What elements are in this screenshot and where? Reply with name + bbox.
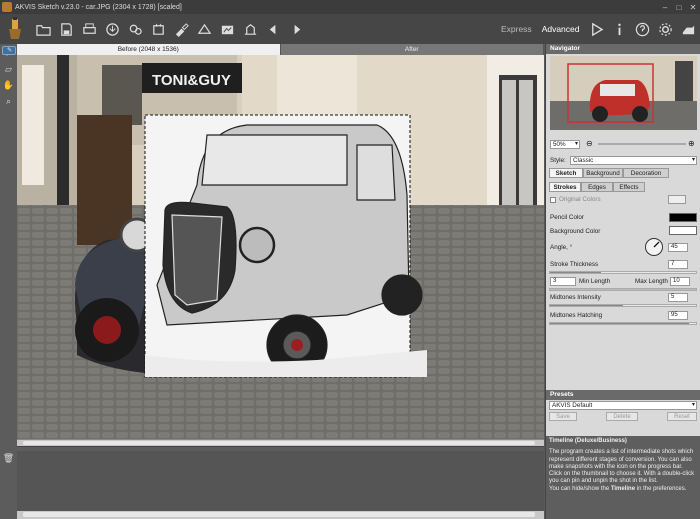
zoom-slider[interactable] xyxy=(598,143,686,145)
hand-tool-icon[interactable]: ✋ xyxy=(2,78,16,92)
settings-icon[interactable] xyxy=(657,20,675,38)
midtones-hatching-value[interactable]: 95 xyxy=(668,311,688,320)
brush-icon[interactable] xyxy=(173,20,191,38)
window-title: AKVIS Sketch v.23.0 - car.JPG (2304 x 17… xyxy=(15,3,182,11)
run-icon[interactable] xyxy=(588,20,606,38)
presets-select[interactable]: AKVIS Default ▾ xyxy=(549,401,697,410)
min-length-label: Min Length xyxy=(579,278,611,285)
length-range-slider[interactable] xyxy=(549,288,697,291)
timeline-scroll-thumb[interactable] xyxy=(23,512,535,517)
timeline-info-text-1: The program creates a list of intermedia… xyxy=(549,449,694,470)
zoom-out-icon[interactable]: ⊖ xyxy=(586,139,593,148)
share-icon[interactable] xyxy=(104,20,122,38)
navigator-preview[interactable] xyxy=(550,56,697,130)
original-colors-value xyxy=(668,195,686,204)
title-bar: AKVIS Sketch v.23.0 - car.JPG (2304 x 17… xyxy=(0,0,700,14)
pencil-color-swatch[interactable] xyxy=(669,213,697,222)
stroke-direction-tool-icon[interactable]: ✎ xyxy=(1,46,16,55)
tab-edges[interactable]: Edges xyxy=(581,182,613,192)
style-select[interactable]: Classic ▾ xyxy=(570,156,697,165)
canvas-icon[interactable] xyxy=(196,20,214,38)
timeline-info: Timeline (Deluxe/Business) The program c… xyxy=(546,436,700,519)
zoom-tool-icon[interactable]: ⌕ xyxy=(2,94,16,108)
tab-background[interactable]: Background xyxy=(583,168,623,178)
midtones-intensity-value[interactable]: 5 xyxy=(668,293,688,302)
plugins-icon[interactable] xyxy=(150,20,168,38)
tab-sketch[interactable]: Sketch xyxy=(549,168,583,178)
timeline-info-text-3: You can hide/show the Timeline in the pr… xyxy=(549,485,687,492)
midtones-hatching-label: Midtones Hatching xyxy=(550,312,603,319)
midtones-intensity-slider[interactable] xyxy=(549,304,697,307)
navigator-title: Navigator xyxy=(546,44,700,54)
angle-label: Angle, ° xyxy=(550,244,573,251)
image-canvas[interactable]: TONI&GUY xyxy=(17,55,544,439)
zoom-in-icon[interactable]: ⊕ xyxy=(688,139,695,148)
timeline-panel xyxy=(17,446,544,519)
tab-after[interactable]: After xyxy=(280,44,544,55)
express-mode-button[interactable]: Express xyxy=(501,24,532,34)
max-length-label: Max Length xyxy=(635,278,668,285)
tab-decoration[interactable]: Decoration xyxy=(623,168,669,178)
save-icon[interactable] xyxy=(58,20,76,38)
scroll-thumb[interactable] xyxy=(23,441,535,445)
style-label: Style: xyxy=(550,157,566,164)
eraser-tool-icon[interactable]: ▱ xyxy=(2,62,16,76)
background-color-swatch[interactable] xyxy=(669,226,697,235)
undo-icon[interactable] xyxy=(265,20,283,38)
midtones-intensity-label: Midtones Intensity xyxy=(550,294,601,301)
presets-title: Presets xyxy=(546,390,700,400)
stroke-thickness-value[interactable]: 7 xyxy=(668,260,688,269)
advanced-mode-button[interactable]: Advanced xyxy=(542,24,580,34)
redo-icon[interactable] xyxy=(288,20,306,38)
minimize-button[interactable]: – xyxy=(658,3,672,12)
min-length-value[interactable]: 3 xyxy=(550,277,576,286)
stroke-thickness-label: Stroke Thickness xyxy=(550,261,599,268)
batch-icon[interactable] xyxy=(127,20,145,38)
horizontal-scrollbar[interactable] xyxy=(17,439,544,446)
original-colors-label: Original Colors xyxy=(559,196,601,203)
view-tabs: Before (2048 x 1536) After xyxy=(17,44,544,55)
notifications-icon[interactable] xyxy=(680,20,698,38)
pencil-color-label: Pencil Color xyxy=(550,214,584,221)
preset-reset-button[interactable]: Reset xyxy=(667,412,697,421)
timeline-strip[interactable] xyxy=(17,451,544,513)
print-icon[interactable] xyxy=(81,20,99,38)
zoom-select[interactable]: 50% ▾ xyxy=(550,140,580,149)
open-icon[interactable] xyxy=(35,20,53,38)
preset-delete-button[interactable]: Delete xyxy=(606,412,638,421)
midtones-hatching-slider[interactable] xyxy=(549,322,697,325)
timeline-info-title: Timeline (Deluxe/Business) xyxy=(549,438,627,444)
akvis-logo-icon xyxy=(4,16,26,42)
timeline-scrollbar[interactable] xyxy=(17,511,544,519)
right-panel: Navigator 50% ▾ ⊖ ⊕ Style: Classic ▾ Sketc… xyxy=(545,44,700,519)
app-icon xyxy=(2,2,12,12)
angle-dial[interactable] xyxy=(644,237,664,257)
original-colors-checkbox[interactable] xyxy=(550,197,556,203)
help-icon[interactable] xyxy=(634,20,652,38)
frame-icon[interactable] xyxy=(242,20,260,38)
trash-icon[interactable]: 🗑 xyxy=(2,451,16,465)
tab-strokes[interactable]: Strokes xyxy=(549,182,581,192)
preset-save-button[interactable]: Save xyxy=(549,412,577,421)
close-button[interactable]: ✕ xyxy=(686,3,700,12)
sketch-icon[interactable] xyxy=(219,20,237,38)
maximize-button[interactable]: □ xyxy=(672,3,686,12)
max-length-value[interactable]: 10 xyxy=(670,277,690,286)
toolbar: Express Advanced xyxy=(0,14,700,44)
angle-value[interactable]: 45 xyxy=(668,243,688,252)
tab-before[interactable]: Before (2048 x 1536) xyxy=(17,44,281,55)
tab-effects[interactable]: Effects xyxy=(613,182,645,192)
stroke-thickness-slider[interactable] xyxy=(549,271,697,274)
shop-sign: TONI&GUY xyxy=(152,72,231,89)
photo-image: TONI&GUY xyxy=(17,55,544,439)
timeline-info-text-2: Click on the thumbnail to choose it. Wit… xyxy=(549,471,695,485)
background-color-label: Background Color xyxy=(550,228,601,235)
info-icon[interactable] xyxy=(611,20,629,38)
tools-sidebar: ✎ ✐ ▱ ✋ ⌕ 🗑 xyxy=(0,44,17,519)
